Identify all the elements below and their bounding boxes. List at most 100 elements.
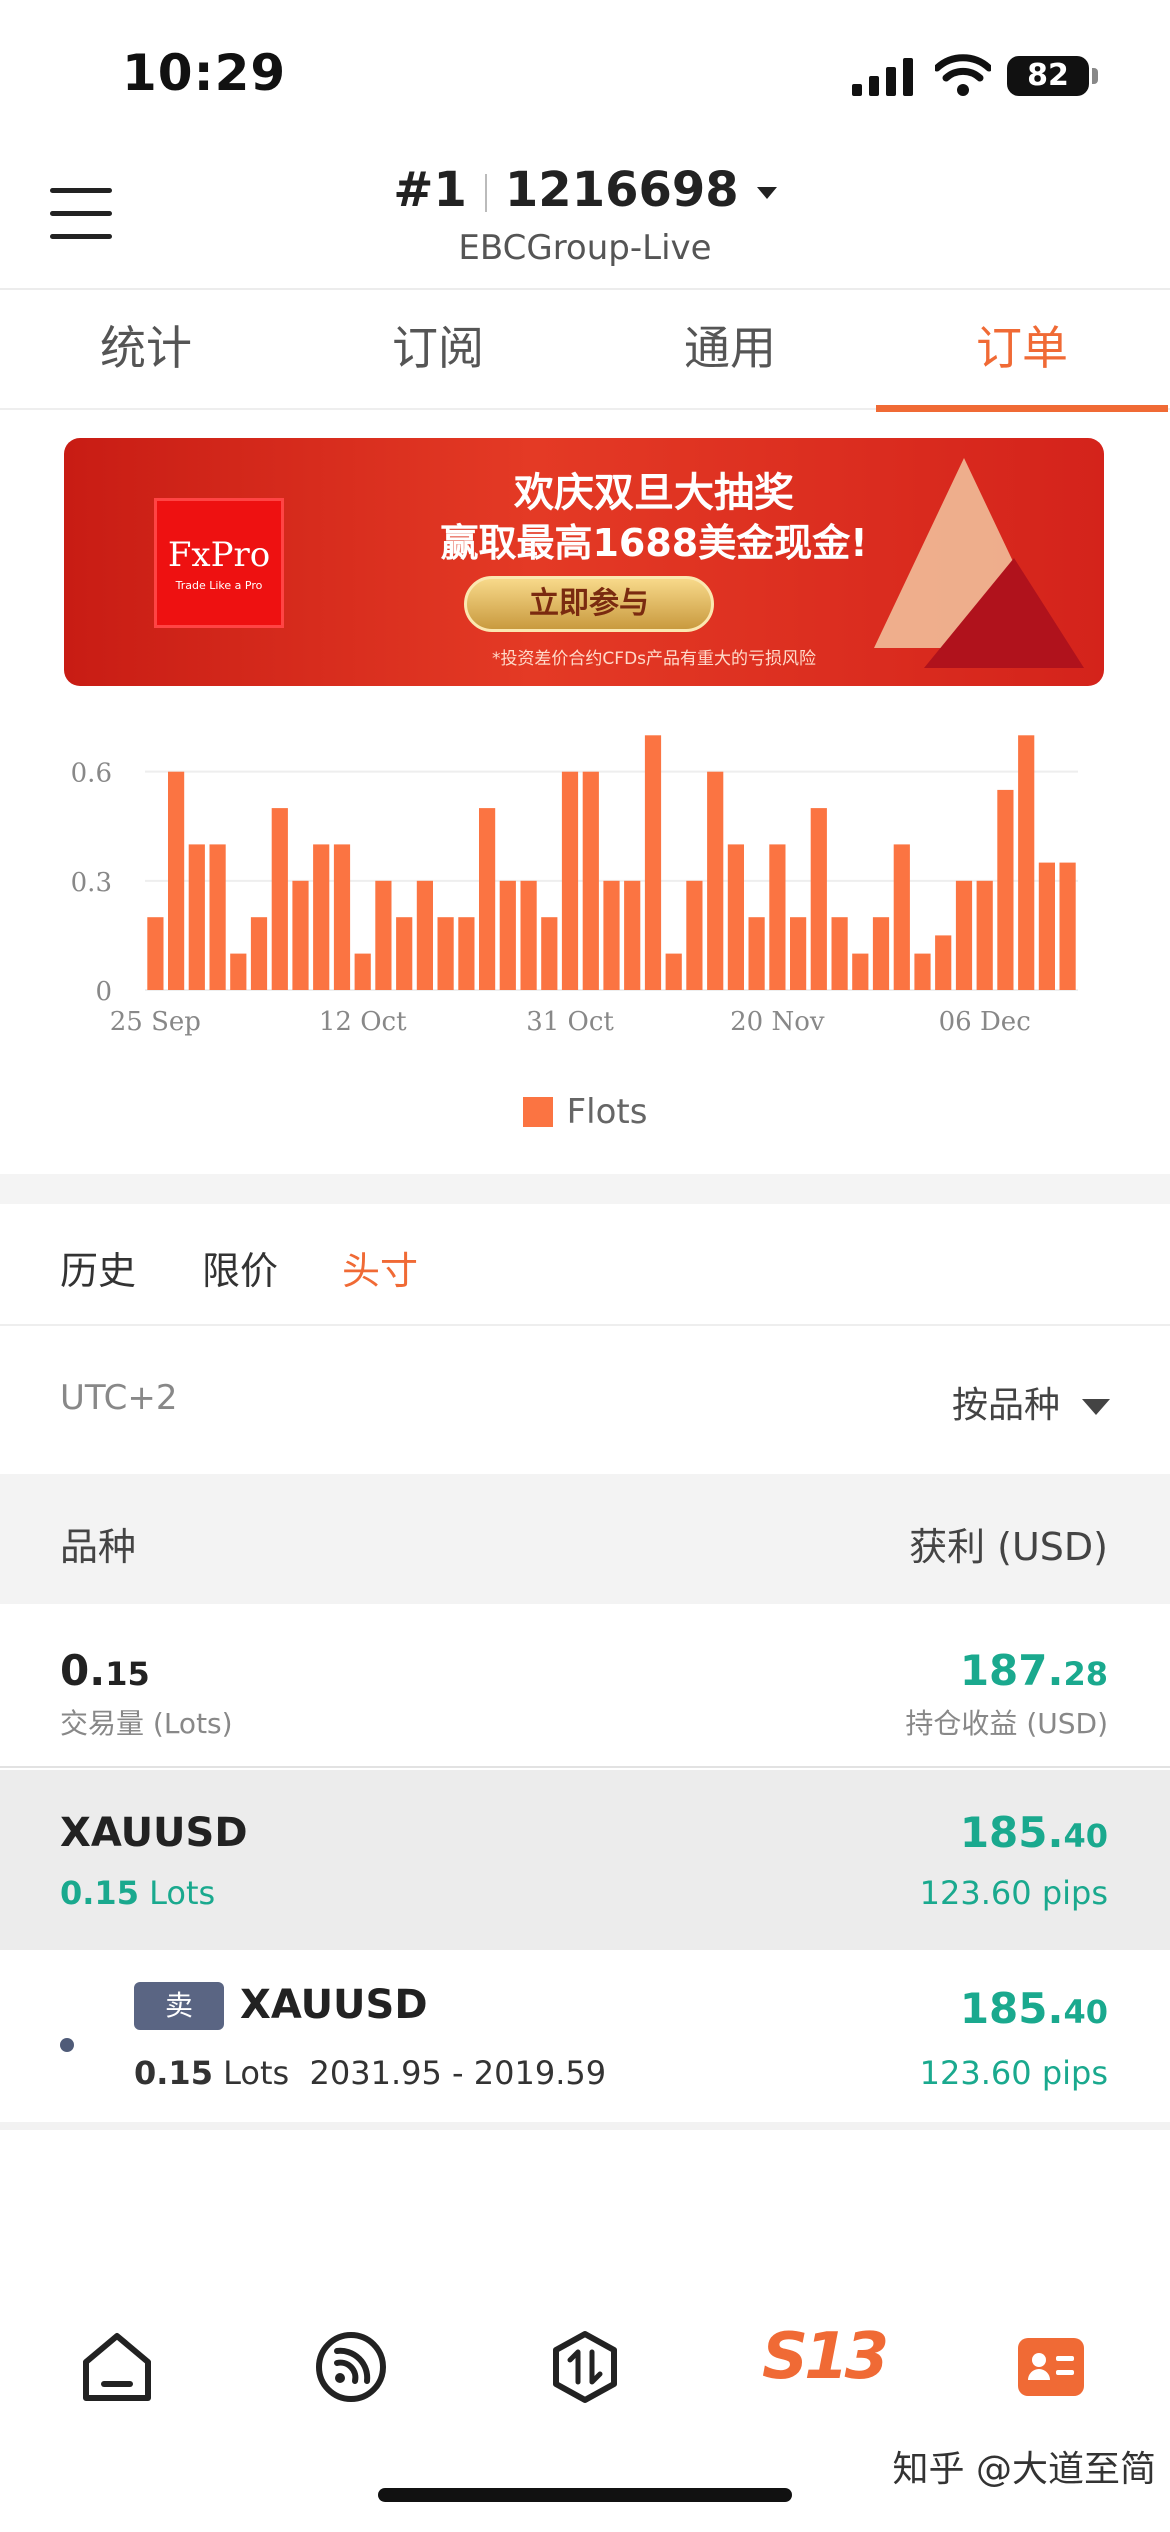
fxpro-logo: FxPro Trade Like a Pro (154, 498, 284, 628)
server-name: EBCGroup-Live (458, 228, 712, 268)
chart-bar (665, 953, 682, 990)
chart-bar (935, 935, 952, 990)
chart-bar (582, 771, 599, 990)
banner-risk-note: *投资差价合约CFDs产品有重大的亏损风险 (491, 649, 817, 669)
timezone-label: UTC+2 (60, 1378, 178, 1418)
chart-bar (1018, 735, 1035, 990)
x-tick-label: 12 Oct (319, 1007, 407, 1037)
chart-bar (852, 953, 869, 990)
chart-bar (271, 808, 288, 990)
chart-bar (872, 917, 890, 990)
chart-bar (893, 844, 910, 990)
status-time: 10:29 (122, 44, 287, 102)
banner-headline: 欢庆双旦大抽奖 (514, 470, 794, 516)
column-profit: 获利 (USD) (909, 1525, 1108, 1569)
legend-swatch (522, 1097, 553, 1127)
sell-badge: 卖 (134, 1982, 224, 2030)
chart-bar (416, 880, 433, 990)
position-pips: 123.60 pips (919, 2054, 1108, 2092)
chart-bar (810, 808, 827, 990)
position-profit: 185.40 (959, 1984, 1108, 2033)
position-symbol: XAUUSD (240, 1982, 428, 2028)
chart-bar (499, 880, 516, 990)
chart-bar (479, 808, 496, 990)
x-tick-label: 25 Sep (110, 1007, 201, 1037)
chart-bar (769, 844, 786, 990)
bullet-dot (60, 2038, 74, 2052)
banner-join-button[interactable]: 立即参与 (464, 576, 714, 632)
symbol-group-row[interactable]: XAUUSD 0.15 Lots 185.40 123.60 pips (0, 1770, 1170, 1950)
positions-column-header: 品种 获利 (USD) (0, 1474, 1170, 1604)
chart-bar (292, 880, 309, 990)
group-symbol: XAUUSD (60, 1810, 248, 1856)
chart-bar (250, 917, 268, 990)
status-bar: 10:29 82 (0, 0, 1170, 140)
chart-bar (1059, 862, 1076, 990)
banner-subheadline: 赢取最高1688美金现金! (440, 521, 868, 565)
chart-bar (541, 917, 558, 990)
section-separator (0, 1174, 1170, 1204)
chart-bar (686, 880, 703, 990)
sort-selector[interactable]: 按品种 (952, 1376, 1110, 1428)
chart-bar (209, 844, 226, 990)
tab-subscription[interactable]: 订阅 (292, 292, 584, 408)
chart-legend: Flots (0, 1092, 1170, 1132)
battery-indicator: 82 (1007, 56, 1089, 96)
chart-bar (188, 844, 205, 990)
profile-card-icon[interactable] (1006, 2322, 1096, 2412)
home-indicator[interactable] (378, 2488, 792, 2502)
trade-icon[interactable] (540, 2322, 630, 2412)
group-lots: 0.15 Lots (60, 1874, 216, 1912)
home-icon[interactable] (72, 2322, 162, 2412)
promo-banner[interactable]: FxPro Trade Like a Pro 欢庆双旦大抽奖 赢取最高1688美… (64, 438, 1104, 686)
chart-bar (997, 789, 1014, 990)
total-volume-label: 交易量 (Lots) (60, 1707, 233, 1740)
s13-brand-tab[interactable]: S13 (762, 2320, 889, 2394)
caret-down-icon (756, 187, 777, 199)
x-tick-label: 06 Dec (939, 1007, 1031, 1037)
tree-decoration-2 (924, 558, 1084, 668)
positions-summary: 0.15 交易量 (Lots) 187.28 持仓收益 (USD) (0, 1604, 1170, 1768)
chart-bar (955, 880, 973, 990)
chart-bar (375, 880, 392, 990)
subtab-history[interactable]: 历史 (60, 1240, 136, 1295)
wifi-icon (935, 54, 991, 96)
chart-bar (727, 844, 744, 990)
chart-bar (790, 917, 807, 990)
y-tick-label: 0.6 (71, 759, 112, 789)
x-tick-label: 31 Oct (526, 1007, 614, 1037)
subtab-limit[interactable]: 限价 (202, 1240, 278, 1295)
total-volume: 0.15 (60, 1646, 150, 1695)
chart-bar (168, 771, 185, 990)
chart-bar (1038, 862, 1055, 990)
account-id: 1216698 (504, 162, 739, 218)
chart-bar (644, 735, 662, 990)
chart-bar (147, 917, 164, 990)
y-tick-label: 0 (95, 977, 112, 1007)
group-pips: 123.60 pips (919, 1874, 1108, 1912)
cellular-signal-icon (852, 58, 913, 96)
tab-statistics[interactable]: 统计 (0, 292, 292, 408)
caret-down-icon (1082, 1399, 1110, 1415)
chart-bar (914, 953, 931, 990)
position-row[interactable]: 卖 XAUUSD 0.15 Lots 2031.95 - 2019.59 185… (0, 1950, 1170, 2130)
x-tick-label: 20 Nov (730, 1007, 825, 1037)
chart-bar (437, 917, 454, 990)
chart-bar (561, 771, 579, 990)
tab-general[interactable]: 通用 (584, 292, 876, 408)
main-tabs: 统计 订阅 通用 订单 (0, 292, 1170, 412)
bottom-navigation: S13 (0, 2300, 1170, 2430)
tab-orders[interactable]: 订单 (876, 292, 1168, 412)
battery-tip (1092, 68, 1098, 84)
account-selector[interactable]: #1 1216698 (0, 162, 1170, 218)
feed-icon[interactable] (306, 2322, 396, 2412)
account-number: #1 (393, 162, 467, 218)
chart-bar (976, 880, 993, 990)
position-details: 0.15 Lots 2031.95 - 2019.59 (134, 2054, 607, 2092)
subtab-positions[interactable]: 头寸 (342, 1240, 418, 1295)
order-subtabs: 历史 限价 头寸 (0, 1204, 1170, 1326)
chart-bar (458, 917, 475, 990)
total-profit-label: 持仓收益 (USD) (905, 1707, 1108, 1740)
total-profit: 187.28 (959, 1646, 1108, 1695)
chart-bar (520, 880, 537, 990)
